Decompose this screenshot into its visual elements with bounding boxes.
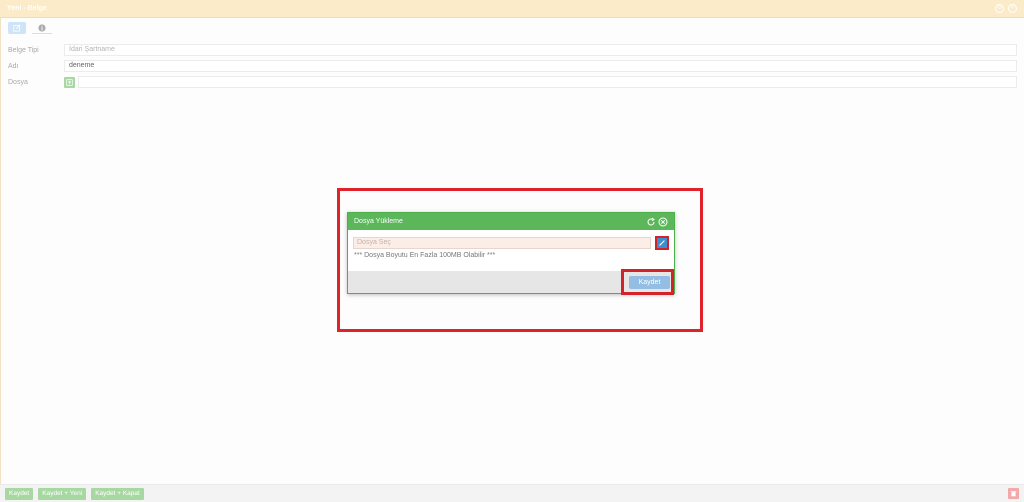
dialog-title: Dosya Yükleme (354, 218, 403, 225)
file-upload-button[interactable] (64, 76, 75, 88)
edit-icon (13, 24, 21, 32)
save-new-button[interactable]: Kaydet + Yeni (38, 487, 87, 500)
pencil-icon (659, 240, 665, 246)
file-size-note: *** Dosya Boyutu En Fazla 100MB Olabilir… (354, 252, 496, 259)
form-row-belge-tipi: Belge Tipi İdari Şartname (8, 44, 1017, 56)
browse-file-button[interactable] (655, 236, 669, 250)
save-close-button[interactable]: Kaydet + Kapat (91, 487, 144, 500)
adi-field[interactable]: deneme (64, 60, 1017, 72)
dialog-save-button[interactable]: Kaydet (629, 276, 670, 289)
file-select-input[interactable]: Dosya Seç (353, 237, 651, 249)
refresh-icon[interactable]: ↻ (995, 4, 1004, 13)
window-title: Yeni - Belge (7, 5, 47, 12)
delete-button[interactable] (1008, 488, 1019, 499)
bottom-action-bar: Kaydet Kaydet + Yeni Kaydet + Kapat (0, 484, 1024, 502)
dialog-refresh-icon[interactable] (646, 217, 656, 227)
adi-label: Adı (8, 62, 19, 70)
upload-icon (66, 78, 73, 86)
tab-edit[interactable] (8, 22, 26, 34)
close-icon[interactable]: × (1008, 4, 1017, 13)
form-row-adi: Adı deneme (8, 60, 1017, 72)
dosya-field (78, 76, 1017, 88)
save-button[interactable]: Kaydet (5, 487, 34, 500)
info-icon (38, 23, 46, 32)
dialog-body: Dosya Seç *** Dosya Boyutu En Fazla 100M… (348, 230, 674, 270)
tab-bar (8, 22, 52, 34)
tab-info[interactable] (32, 22, 52, 34)
window-titlebar: Yeni - Belge ↻ × (0, 0, 1024, 18)
trash-icon (1010, 491, 1017, 497)
dosya-label: Dosya (8, 78, 28, 86)
belge-tipi-label: Belge Tipi (8, 46, 39, 54)
belge-tipi-field[interactable]: İdari Şartname (64, 44, 1017, 56)
dialog-close-icon[interactable] (658, 217, 668, 227)
dialog-header: Dosya Yükleme (348, 213, 674, 230)
form-row-dosya: Dosya (8, 76, 1017, 88)
